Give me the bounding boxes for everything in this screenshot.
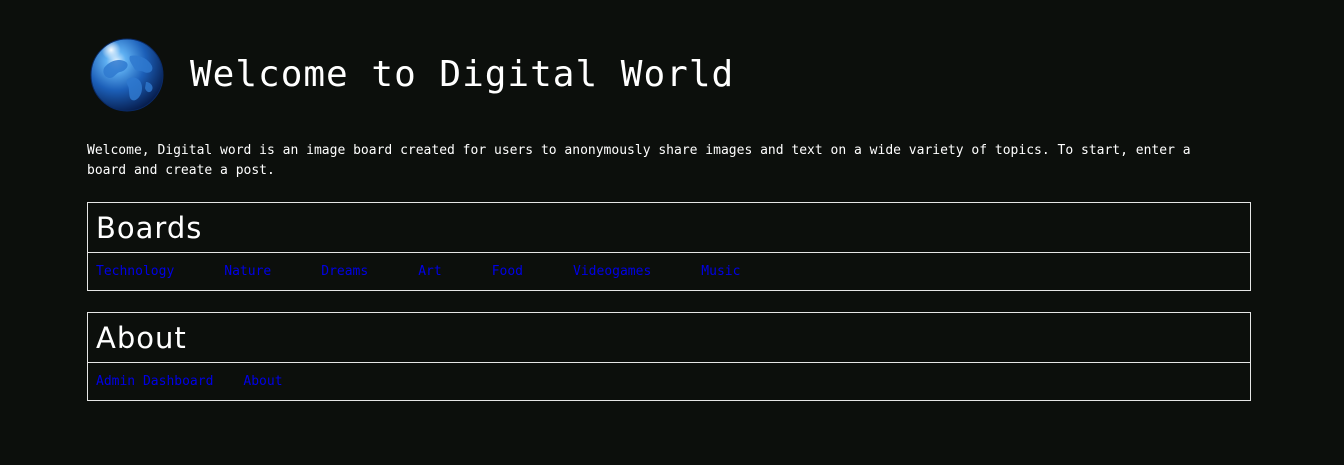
boards-heading: Boards	[96, 211, 203, 245]
boards-panel: Boards Technology Nature Dreams Art Food…	[87, 202, 1251, 291]
about-link[interactable]: About	[243, 373, 282, 391]
board-link-art[interactable]: Art	[418, 263, 441, 281]
board-link-videogames[interactable]: Videogames	[573, 263, 651, 281]
board-link-music[interactable]: Music	[701, 263, 740, 281]
about-panel: About Admin Dashboard About	[87, 312, 1251, 401]
site-header: Welcome to Digital World	[90, 38, 734, 112]
intro-text: Welcome, Digital word is an image board …	[87, 143, 1191, 178]
board-link-technology[interactable]: Technology	[96, 263, 174, 281]
page-title: Welcome to Digital World	[190, 54, 735, 95]
boards-panel-header: Boards	[88, 203, 1250, 253]
globe-icon	[90, 38, 164, 112]
about-heading: About	[96, 321, 187, 355]
admin-dashboard-link[interactable]: Admin Dashboard	[96, 373, 213, 391]
about-panel-header: About	[88, 313, 1250, 363]
about-link-list: Admin Dashboard About	[88, 363, 1250, 391]
board-link-food[interactable]: Food	[492, 263, 523, 281]
home-page: Welcome to Digital World Welcome, Digita…	[0, 0, 1344, 465]
boards-link-list: Technology Nature Dreams Art Food Videog…	[88, 253, 1250, 281]
board-link-nature[interactable]: Nature	[224, 263, 271, 281]
board-link-dreams[interactable]: Dreams	[321, 263, 368, 281]
